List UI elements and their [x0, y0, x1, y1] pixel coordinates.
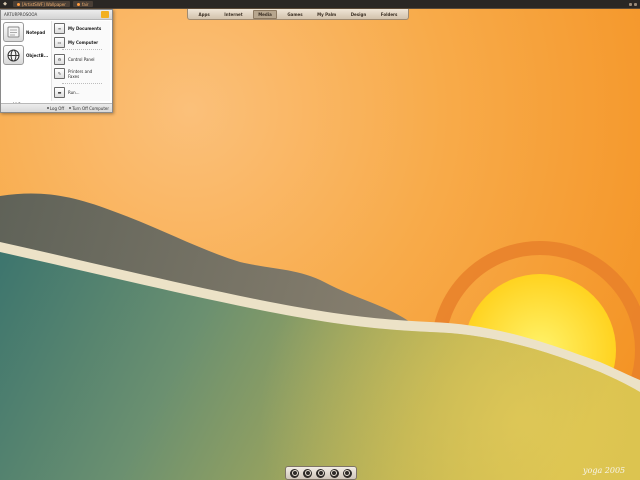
turn-off-button[interactable]: Turn Off Computer: [69, 106, 112, 111]
pinned-programs: Notepad ObjectB... All Programs▸: [3, 22, 49, 107]
dock-item-folders[interactable]: Folders: [377, 11, 402, 18]
artist-signature: yoga 2005: [583, 466, 626, 475]
printer-icon: ✎: [54, 68, 65, 79]
separator: [62, 49, 102, 50]
place-item-label: Run...: [68, 90, 80, 95]
quick-icon-2[interactable]: [303, 468, 313, 478]
tray-icon[interactable]: [634, 2, 637, 6]
start-button[interactable]: ◆: [0, 0, 10, 8]
user-name: ARTURPROSOOA: [4, 12, 38, 17]
document-icon: ≡: [54, 23, 65, 34]
power-icon: [69, 107, 72, 109]
user-picture-icon: [101, 11, 109, 18]
place-item-label: My Computer: [68, 40, 99, 45]
start-menu-footer: Log Off Turn Off Computer: [1, 103, 112, 112]
run-icon: ▬: [54, 87, 65, 98]
taskbar-item[interactable]: [ArtistSWF] Wallpaper: [13, 1, 70, 7]
window-icon: [17, 2, 20, 6]
log-off-icon: [46, 107, 49, 109]
taskbar-item[interactable]: fair: [72, 1, 93, 7]
dock-item-games[interactable]: Games: [283, 11, 306, 18]
place-item-run[interactable]: ▬ Run...: [54, 87, 79, 98]
place-item-my-documents[interactable]: ≡ My Documents: [54, 23, 101, 34]
place-item-label: Printers and Faxes: [68, 68, 93, 79]
notepad-icon: [3, 22, 24, 42]
tray-icon[interactable]: [629, 2, 632, 6]
place-item-my-computer[interactable]: ▭ My Computer: [54, 37, 98, 48]
pinned-item-objectbar[interactable]: ObjectB...: [3, 45, 48, 65]
pinned-item-label: Notepad: [26, 29, 46, 35]
dock-item-internet[interactable]: Internet: [220, 11, 246, 18]
taskbar-item-label: fair: [81, 1, 89, 7]
computer-icon: ▭: [54, 37, 65, 48]
separator: [62, 83, 102, 84]
quick-icon-1[interactable]: [290, 468, 300, 478]
pinned-item-notepad[interactable]: Notepad: [3, 22, 45, 42]
start-menu-header: ARTURPROSOOA: [1, 10, 112, 20]
control-panel-icon: ⚙: [54, 54, 65, 65]
turn-off-label: Turn Off Computer: [72, 105, 109, 111]
log-off-label: Log Off: [49, 105, 65, 111]
quick-launch-bar: [285, 466, 357, 480]
start-menu: ARTURPROSOOA Notepad ObjectB... All Prog…: [0, 9, 113, 113]
top-taskbar: ◆ [ArtistSWF] Wallpaper fair: [0, 0, 640, 9]
window-icon: [76, 2, 80, 6]
place-item-label: My Documents: [68, 26, 102, 31]
system-tray: [627, 0, 640, 8]
pinned-item-label: ObjectB...: [26, 52, 49, 58]
dock-item-apps[interactable]: Apps: [195, 11, 214, 18]
log-off-button[interactable]: Log Off: [46, 105, 67, 111]
place-item-control-panel[interactable]: ⚙ Control Panel: [54, 54, 95, 65]
place-item-label: Control Panel: [68, 57, 95, 62]
dock-item-media[interactable]: Media: [253, 9, 277, 19]
top-dock: Apps Internet Media Games My Palm Design…: [187, 9, 409, 20]
places-list: ≡ My Documents ▭ My Computer ⚙ Control P…: [51, 21, 110, 101]
place-item-printers[interactable]: ✎ Printers and Faxes: [54, 68, 94, 79]
globe-icon: [3, 45, 24, 65]
quick-icon-3[interactable]: [316, 468, 326, 478]
dock-item-design[interactable]: Design: [347, 11, 371, 18]
dock-item-my-palm[interactable]: My Palm: [313, 11, 340, 18]
quick-icon-4[interactable]: [329, 468, 339, 478]
taskbar-item-label: [ArtistSWF] Wallpaper: [22, 1, 66, 7]
quick-icon-5[interactable]: [342, 468, 352, 478]
